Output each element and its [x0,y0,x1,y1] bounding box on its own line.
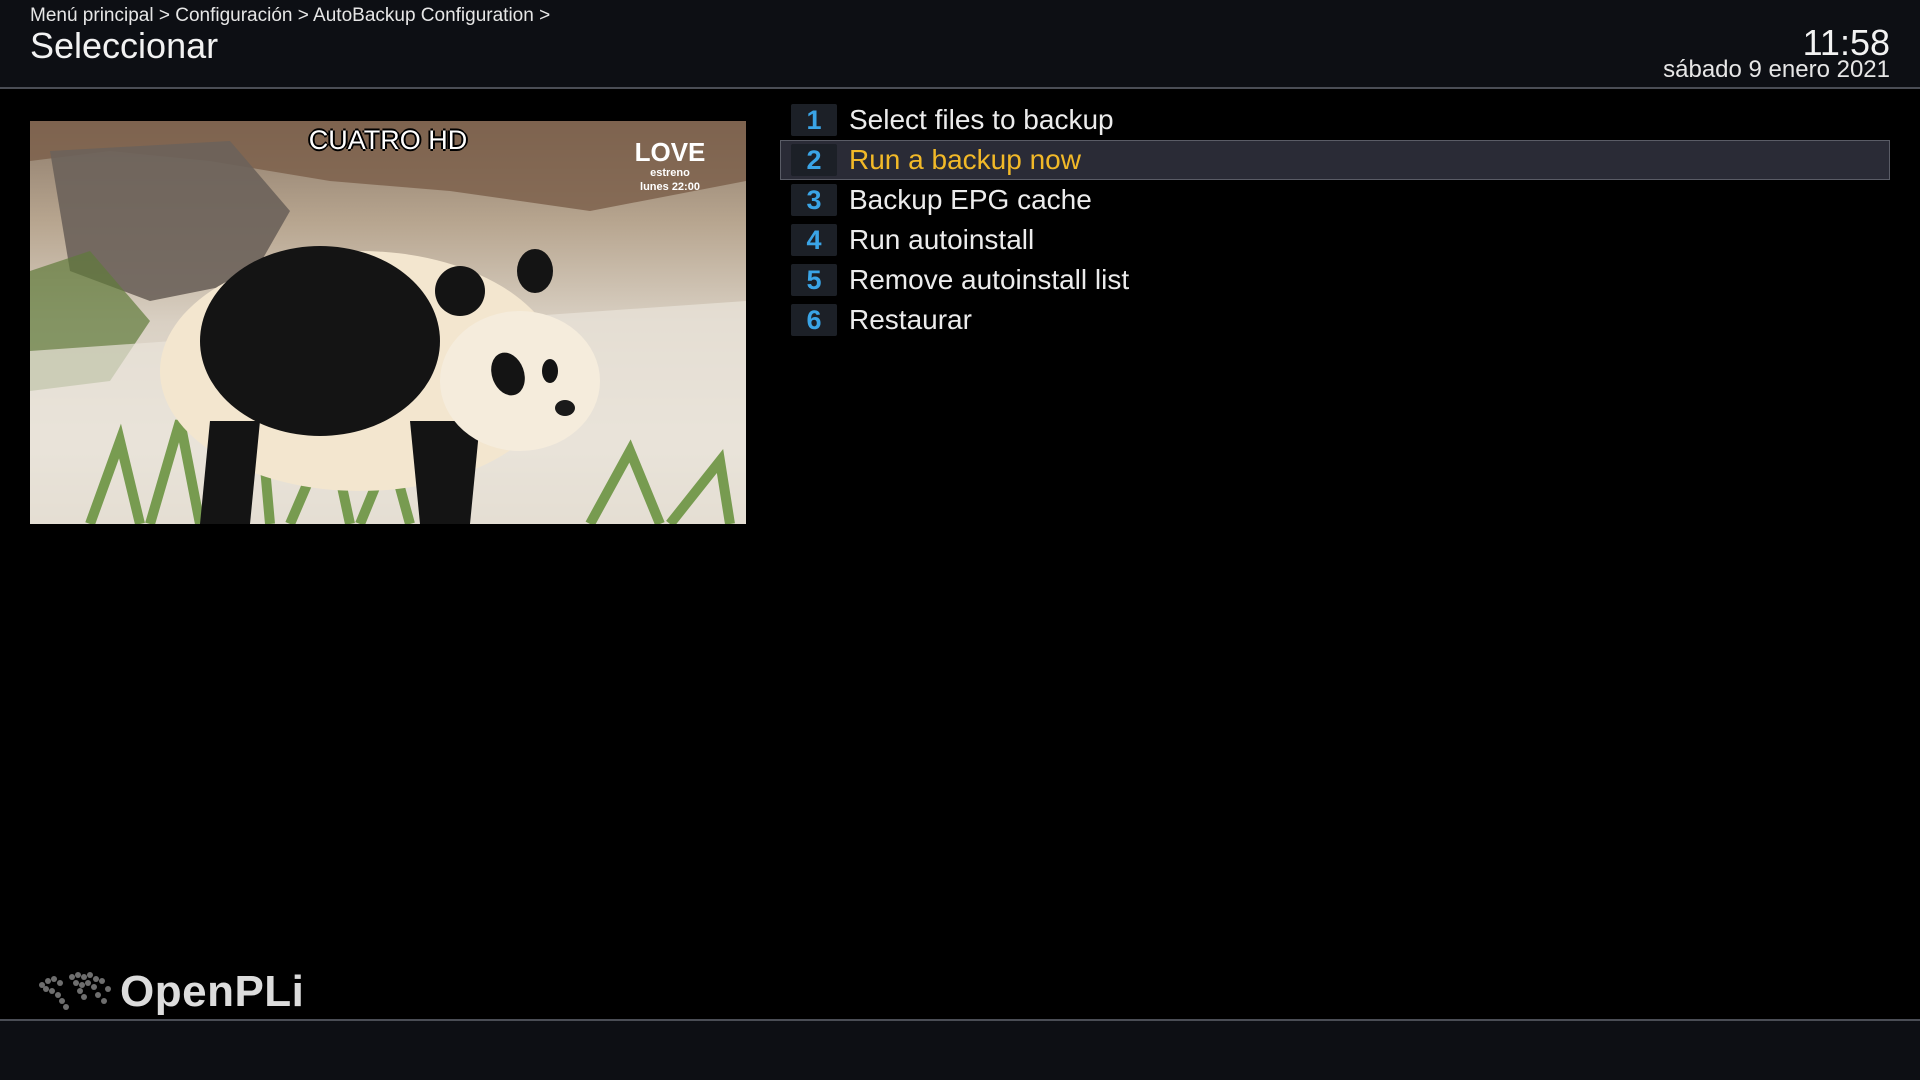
promo-overlay: LOVE estreno lunes 22:00 [615,139,725,193]
menu-item-label: Backup EPG cache [849,184,1092,215]
menu-item-label: Restaurar [849,304,972,335]
header-bar: Menú principal > Configuración > AutoBac… [0,0,1920,89]
promo-subtitle-1: estreno [650,167,690,179]
menu-item-number: 6 [791,304,837,336]
menu-item-remove-autoinstall[interactable]: 5 Remove autoinstall list [780,260,1890,300]
footer-bar [0,1021,1920,1080]
breadcrumb: Menú principal > Configuración > AutoBac… [30,5,551,26]
menu-item-number: 4 [791,224,837,256]
menu-item-number: 5 [791,264,837,296]
world-map-icon [39,972,111,1010]
menu-list: 1 Select files to backup 2 Run a backup … [780,100,1890,340]
menu-item-backup-epg[interactable]: 3 Backup EPG cache [780,180,1890,220]
menu-item-run-backup[interactable]: 2 Run a backup now [780,140,1890,180]
menu-item-number: 1 [791,104,837,136]
menu-item-label: Run autoinstall [849,224,1035,255]
menu-item-number: 3 [791,184,837,216]
menu-item-run-autoinstall[interactable]: 4 Run autoinstall [780,220,1890,260]
menu-item-select-files[interactable]: 1 Select files to backup [780,100,1890,140]
page-title: Seleccionar [30,25,219,66]
menu-item-label: Remove autoinstall list [849,264,1130,295]
menu-item-label: Select files to backup [849,104,1114,135]
menu-item-number: 2 [791,144,837,176]
menu-item-label: Run a backup now [849,144,1081,175]
brand-name: OpenPLi [120,967,305,1016]
menu-item-restore[interactable]: 6 Restaurar [780,300,1890,340]
openpli-logo: OpenPLi [32,965,304,1016]
promo-title: LOVE [634,137,706,167]
promo-subtitle-2: lunes 22:00 [640,181,700,193]
date: sábado 9 enero 2021 [1663,56,1890,83]
tv-preview: CUATRO HD LOVE estreno lunes 22:00 [30,121,746,524]
screen: Menú principal > Configuración > AutoBac… [0,0,1920,1080]
